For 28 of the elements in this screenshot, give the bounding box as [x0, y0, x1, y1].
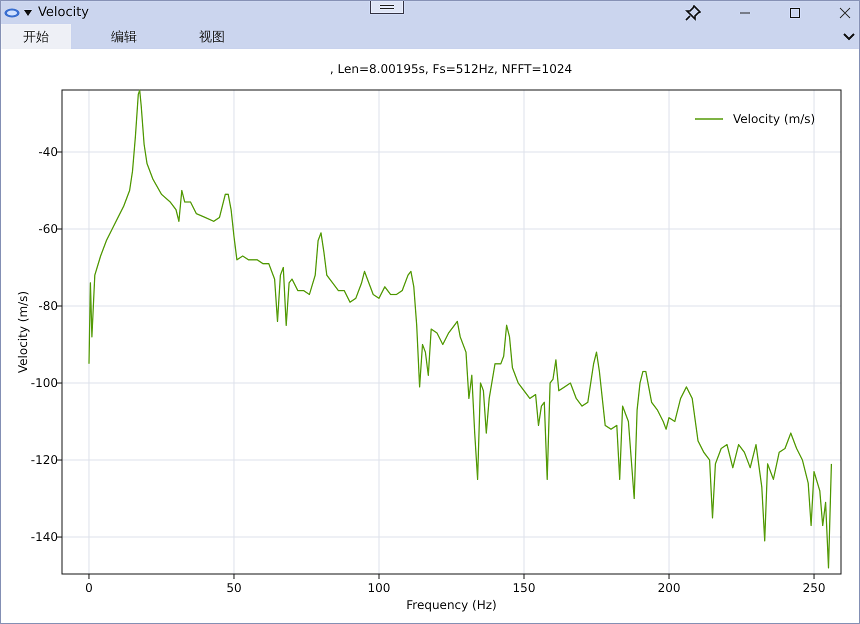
pin-icon[interactable]	[685, 4, 701, 20]
window-title: Velocity	[38, 5, 89, 20]
legend-label: Velocity (m/s)	[733, 112, 816, 126]
x-tick-label: 50	[226, 581, 242, 595]
app-logo-icon	[4, 8, 20, 18]
x-axis-label: Frequency (Hz)	[406, 598, 497, 612]
dropdown-triangle-icon[interactable]	[24, 10, 32, 16]
x-tick-label: 250	[802, 581, 826, 595]
ribbon-tab[interactable]: 编辑	[89, 24, 159, 49]
x-tick-label: 150	[512, 581, 536, 595]
y-tick-label: -120	[30, 453, 58, 468]
x-tick-label: 100	[368, 581, 390, 595]
legend-line	[695, 118, 723, 120]
close-icon[interactable]	[839, 6, 851, 18]
y-tick-label: -40	[38, 145, 58, 159]
y-tick-label: -80	[38, 299, 58, 313]
x-tick-label: 0	[85, 581, 93, 595]
chevron-down-icon[interactable]	[843, 32, 855, 40]
ribbon-tab[interactable]: 视图	[177, 24, 247, 49]
y-tick-label: -140	[30, 530, 58, 544]
ribbon-tab[interactable]: 开始	[1, 24, 71, 49]
chart-title: , Len=8.00195s, Fs=512Hz, NFFT=1024	[330, 62, 572, 76]
maximize-icon[interactable]	[789, 6, 801, 18]
x-tick-label: 200	[658, 581, 680, 595]
y-tick-label: -60	[38, 222, 58, 236]
y-axis-label: Velocity (m/s)	[16, 290, 30, 374]
y-tick-label: -100	[30, 376, 58, 390]
handle-icon[interactable]	[370, 1, 404, 14]
